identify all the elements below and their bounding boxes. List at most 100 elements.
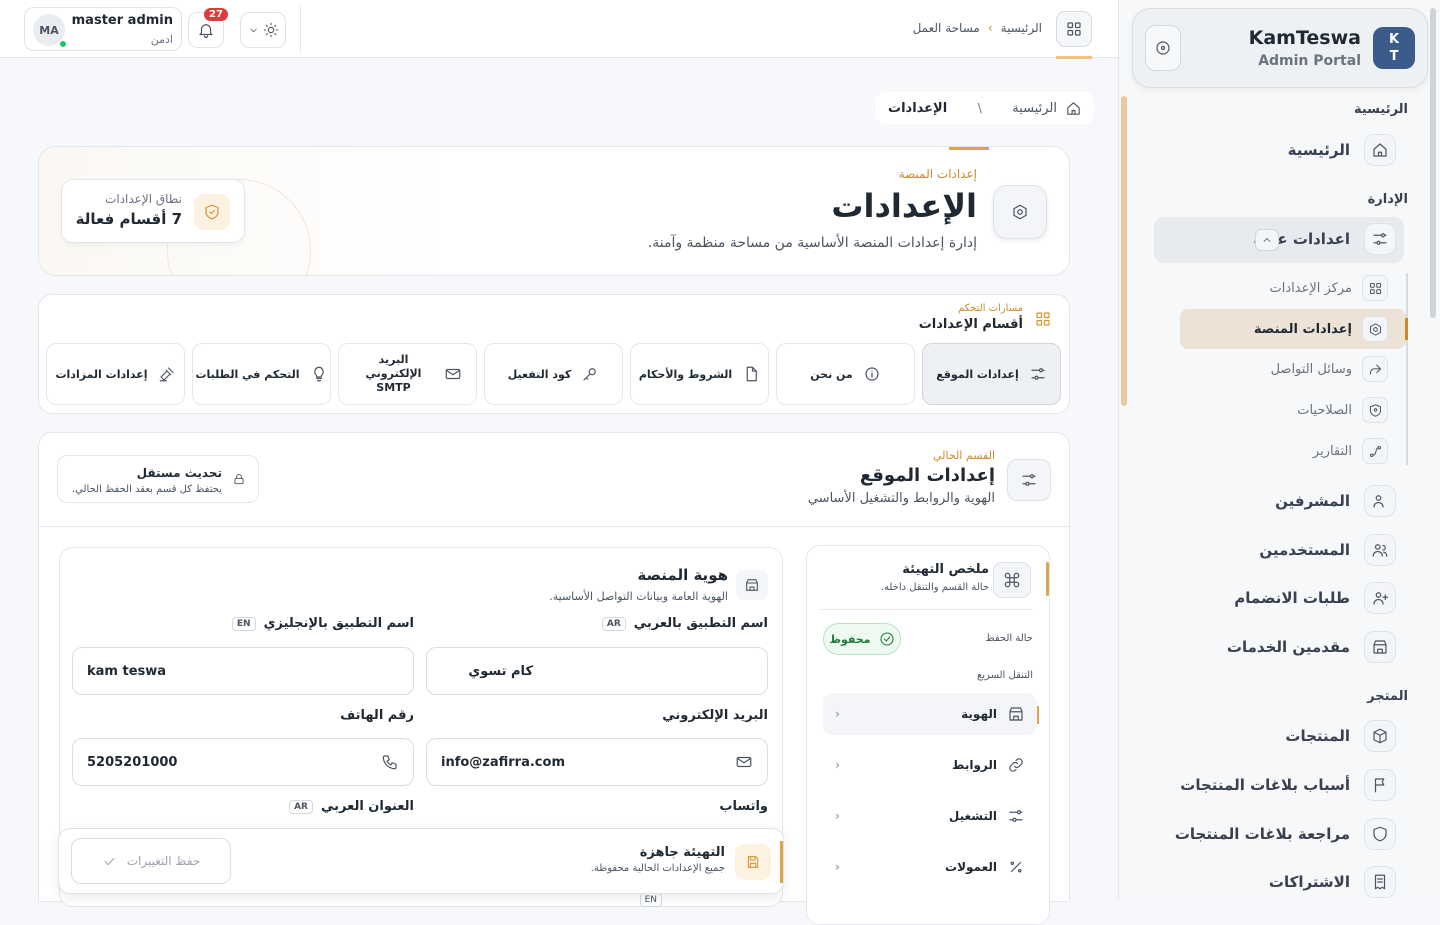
- grid-icon: [1362, 275, 1388, 301]
- shield-icon: [194, 194, 230, 230]
- save-bar-title: التهيئة جاهزة: [639, 845, 725, 860]
- field-label: اسم التطبيق بالعربي: [633, 616, 768, 631]
- mail-icon: [736, 756, 752, 768]
- top-breadcrumb: الرئيسية › مساحة العمل: [913, 21, 1042, 35]
- chevron-down-icon: [249, 28, 257, 32]
- identity-desc: الهوية العامة وبيانات التواصل الأساسية.: [549, 590, 728, 603]
- sidebar-item-label: أسباب بلاغات المنتجات: [1180, 776, 1350, 794]
- sidebar-subitem-reports[interactable]: التقارير: [1313, 437, 1388, 465]
- sidebar-item-subscriptions[interactable]: الاشتراكات: [1269, 866, 1396, 898]
- app-name-en-input[interactable]: kam teswa: [72, 647, 414, 695]
- page-scrollbar[interactable]: [1430, 8, 1436, 318]
- app-name-ar-input[interactable]: كام تسوي: [426, 647, 768, 695]
- store-icon: [1364, 631, 1396, 663]
- breadcrumb-home-label: الرئيسية: [1012, 100, 1057, 116]
- quick-nav-label: الهوية: [961, 707, 997, 721]
- whatsapp-label: واتساب: [719, 799, 768, 814]
- save-bar-desc: جميع الإعدادات الحالية محفوظة.: [590, 863, 725, 874]
- sidebar-scrollbar[interactable]: [1121, 96, 1127, 406]
- quick-nav-commissions[interactable]: العمولات ‹: [823, 846, 1037, 888]
- scope-label: نطاق الإعدادات: [105, 192, 182, 206]
- tab-label: من نحن: [810, 367, 853, 381]
- app-name-en-label: اسم التطبيق بالإنجليزي EN: [231, 616, 414, 631]
- home-icon: [1364, 134, 1396, 166]
- sidebar-subitem-label: مركز الإعدادات: [1269, 280, 1353, 296]
- target-icon: [1156, 41, 1170, 55]
- user-name: master admin: [71, 13, 173, 28]
- config-summary-card: ملخص التهيئة حالة القسم والتنقل داخله. ح…: [806, 545, 1050, 925]
- sidebar-item-products[interactable]: المنتجات: [1285, 720, 1396, 752]
- brand-name: KamTeswa: [1248, 27, 1361, 49]
- accent-bar: [780, 841, 783, 883]
- sidebar-item-users[interactable]: المستخدمين: [1259, 534, 1396, 566]
- box-icon: [1364, 720, 1396, 752]
- user-menu[interactable]: MA master admin ادمن: [24, 7, 182, 51]
- link-icon: [1009, 758, 1023, 772]
- tab-smtp[interactable]: البريد الإلكتروني SMTP: [338, 343, 477, 405]
- tab-order-control[interactable]: التحكم في الطلبات: [192, 343, 331, 405]
- chevron-left-icon: ‹: [835, 809, 840, 823]
- email-field[interactable]: info@zafirra.com: [426, 738, 768, 786]
- breadcrumb-home[interactable]: الرئيسية: [1012, 100, 1082, 117]
- grid-icon: [1067, 22, 1081, 36]
- tab-site-settings[interactable]: إعدادات الموقع: [922, 343, 1061, 405]
- sidebar-subitem-label: وسائل التواصل: [1270, 361, 1352, 377]
- tab-terms[interactable]: الشروط والأحكام: [630, 343, 769, 405]
- lang-tag: AR: [289, 799, 313, 814]
- field-label: العنوان العربي: [320, 799, 414, 814]
- sidebar-toggle-button[interactable]: [1145, 25, 1181, 71]
- tab-auctions[interactable]: إعدادات المزادات: [46, 343, 185, 405]
- sidebar-item-report-reasons[interactable]: أسباب بلاغات المنتجات: [1180, 769, 1396, 801]
- tab-activation-code[interactable]: كود التفعيل: [484, 343, 623, 405]
- input-value: kam teswa: [87, 663, 167, 679]
- sidebar-item-label: المنتجات: [1285, 727, 1350, 745]
- collapse-button[interactable]: [1255, 229, 1279, 251]
- sidebar-item-join-requests[interactable]: طلبات الانضمام: [1234, 582, 1396, 614]
- sidebar-item-label: طلبات الانضمام: [1234, 589, 1350, 607]
- accent-bar: [949, 147, 989, 150]
- active-indicator: [1405, 318, 1408, 340]
- brand-logo: KT: [1373, 27, 1415, 69]
- save-icon: [735, 844, 771, 880]
- chevron-up-icon: [1263, 238, 1271, 242]
- phone-field[interactable]: 5205201000: [72, 738, 414, 786]
- flag-icon: [1364, 769, 1396, 801]
- save-button[interactable]: حفظ التغييرات: [71, 838, 231, 884]
- grid-icon: [1029, 305, 1057, 333]
- share-icon: [1362, 356, 1388, 382]
- bell-icon: [199, 24, 213, 39]
- sliders-icon: [1031, 368, 1045, 380]
- quick-nav-label: العمولات: [945, 860, 997, 874]
- sidebar-subitem-social[interactable]: وسائل التواصل: [1271, 355, 1388, 383]
- sidebar-item-report-review[interactable]: مراجعة بلاغات المنتجات: [1175, 818, 1396, 850]
- breadcrumb-separator: \: [977, 101, 982, 115]
- shield-icon: [1364, 818, 1396, 850]
- quick-nav-identity[interactable]: الهوية ‹: [823, 693, 1037, 735]
- percent-icon: [1010, 861, 1022, 873]
- settings-icon: [993, 185, 1047, 239]
- quick-nav-links[interactable]: الروابط ‹: [823, 744, 1037, 786]
- independent-update-title: تحديث مستقل: [136, 466, 222, 480]
- summary-desc: حالة القسم والتنقل داخله.: [880, 582, 989, 593]
- workspace-grid-button[interactable]: [1056, 11, 1092, 47]
- sidebar-item-home[interactable]: الرئيسية: [1288, 134, 1396, 166]
- sidebar-item-supervisors[interactable]: المشرفين: [1275, 485, 1396, 517]
- app-name-ar-label: اسم التطبيق بالعربي AR: [601, 616, 768, 631]
- chevron-left-icon: ‹: [835, 707, 840, 721]
- chart-icon: [1362, 438, 1388, 464]
- sidebar-subitem-settings-center[interactable]: مركز الإعدادات: [1269, 274, 1388, 302]
- tab-about[interactable]: من نحن: [776, 343, 915, 405]
- check-icon: [104, 857, 115, 865]
- sidebar-subitem-permissions[interactable]: الصلاحيات: [1297, 396, 1388, 424]
- page-description: إدارة إعدادات المنصة الأساسية من مساحة م…: [647, 235, 977, 251]
- lightbulb-icon: [313, 366, 324, 382]
- sidebar-item-providers[interactable]: مقدمين الخدمات: [1227, 631, 1396, 663]
- brand-logo-letter: T: [1389, 49, 1399, 64]
- sidebar-subitem-label: إعدادات المنصة: [1253, 321, 1352, 337]
- quick-nav-label: التنقل السريع: [976, 670, 1033, 681]
- sidebar-subitem-platform-settings[interactable]: إعدادات المنصة: [1254, 315, 1388, 343]
- quick-nav-operation[interactable]: التشغيل ‹: [823, 795, 1037, 837]
- theme-toggle[interactable]: [240, 12, 286, 48]
- breadcrumb-home-link[interactable]: الرئيسية: [1001, 21, 1042, 35]
- page-hero: إعدادات المنصة الإعدادات إدارة إعدادات ا…: [38, 146, 1070, 276]
